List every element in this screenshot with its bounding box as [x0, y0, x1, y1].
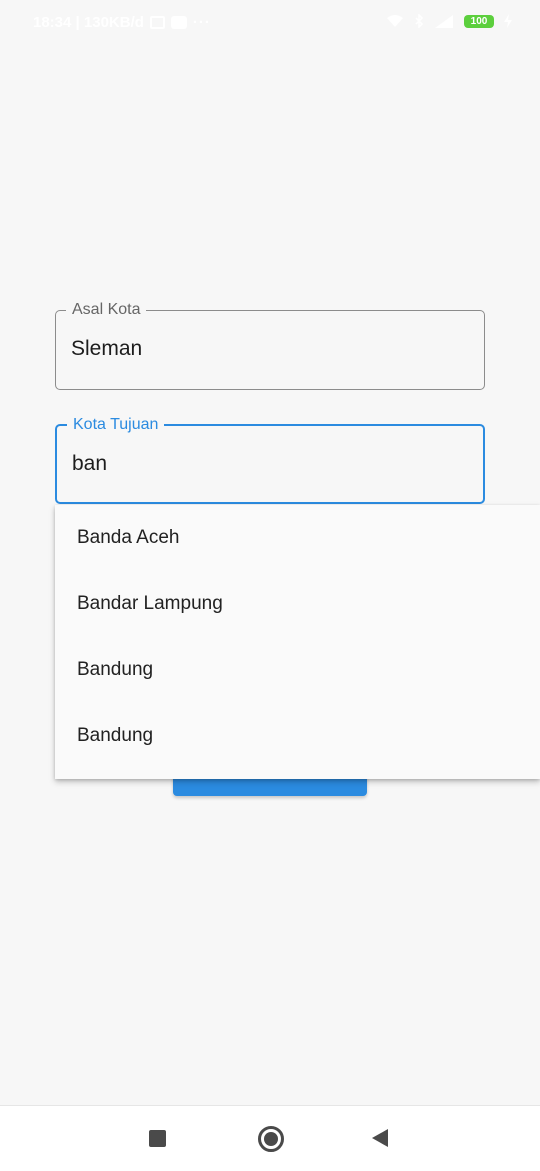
wifi-icon — [387, 15, 403, 27]
status-bar: 18:34 | 130KB/d ··· 100 — [0, 0, 540, 46]
status-left: 18:34 | 130KB/d ··· — [33, 14, 211, 31]
suggestion-item[interactable]: Bandung — [55, 637, 540, 703]
navigation-bar — [0, 1105, 540, 1171]
destination-city-label: Kota Tujuan — [67, 416, 165, 434]
status-time: 18:34 | 130KB/d — [33, 14, 144, 31]
destination-city-input[interactable]: ban — [72, 452, 452, 476]
status-right: 100 — [386, 14, 512, 28]
battery-icon: 100 — [464, 14, 494, 28]
back-icon[interactable] — [372, 1129, 388, 1147]
origin-city-label: Asal Kota — [66, 301, 147, 319]
message-icon — [170, 16, 187, 29]
gallery-icon — [149, 16, 165, 29]
more-notifications-indicator: ··· — [192, 14, 211, 31]
bluetooth-icon — [415, 14, 424, 28]
city-suggestion-dropdown: Banda Aceh Bandar Lampung Bandung Bandun… — [55, 505, 540, 779]
recents-icon[interactable] — [149, 1130, 166, 1147]
signal-icon — [435, 15, 453, 28]
origin-city-value[interactable]: Sleman — [71, 337, 451, 361]
destination-city-field[interactable]: Kota Tujuan ban — [55, 416, 485, 504]
charging-icon — [504, 14, 512, 28]
suggestion-item[interactable]: Banda Aceh — [55, 505, 540, 571]
origin-city-field[interactable]: Asal Kota Sleman — [55, 301, 485, 390]
suggestion-item[interactable]: Bandung — [55, 703, 540, 769]
home-icon[interactable] — [258, 1126, 284, 1152]
suggestion-item[interactable]: Bandar Lampung — [55, 571, 540, 637]
